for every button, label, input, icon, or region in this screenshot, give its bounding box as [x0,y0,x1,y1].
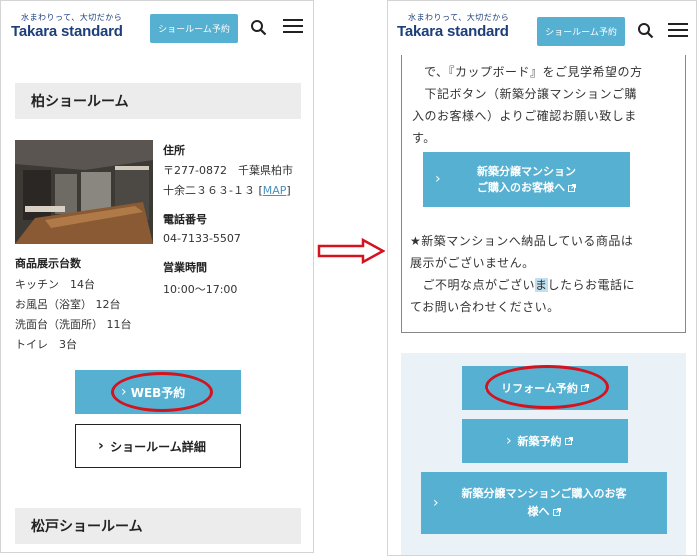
notice-line: てお問い合わせください。 [410,300,560,314]
newbuild-reserve-button[interactable]: › 新築予約 [462,419,628,463]
product-item: 洗面台（洗面所） 11台 [15,318,132,331]
site-header: 水まわりって、大切だから Takara standard ショールーム予約 [1,1,313,55]
brand-tagline: 水まわりって、大切だから [21,13,123,22]
showroom-reserve-button[interactable]: ショールーム予約 [537,17,625,46]
transition-arrow-icon [317,238,385,264]
external-link-icon [552,508,561,516]
map-link[interactable]: MAP [263,184,287,197]
info-text-line: す。 [412,131,436,145]
site-header: 水まわりって、大切だから Takara standard ショールーム予約 [388,1,696,55]
products-label: 商品展示台数 [15,257,81,270]
external-link-icon [568,183,576,192]
search-icon[interactable] [250,19,267,36]
highlight-circle [485,365,609,409]
hamburger-menu-icon[interactable] [668,23,688,39]
notice-line: ご不明な点がございましたらお電話に [410,276,635,293]
external-link-icon [564,437,573,445]
selected-text: ま [535,278,548,292]
chevron-right-icon: › [98,438,104,454]
condo-buyer-button[interactable]: › 新築分譲マンション ご購入のお客様へ [423,152,630,207]
product-item: トイレ 3台 [15,338,77,351]
address-line-2: 十余二３６３-１３ [MAP] [163,182,291,198]
condo-reserve-button[interactable]: › 新築分譲マンションご購入のお客 様へ [421,472,667,534]
notice-text: ご不明な点がござい [410,278,536,292]
notice-line: 展示がございません。 [410,256,535,270]
showroom-detail-button[interactable]: › ショールーム詳細 [75,424,241,468]
chevron-right-icon: › [433,495,439,511]
business-hours: 10:00～17:00 [163,283,238,296]
next-showroom-section-title: 松戸ショールーム [15,508,301,544]
product-item: キッチン 14台 [15,278,95,291]
condo-reserve-line: 新築分譲マンションご購入のお客 [461,487,627,500]
phone-number[interactable]: 04-7133-5507 [163,232,241,245]
right-screenshot: 水まわりって、大切だから Takara standard ショールーム予約 で、… [387,0,697,556]
hamburger-menu-icon[interactable] [283,19,303,35]
notice-text: したらお電話に [547,278,636,292]
address-line-1: 〒277-0872 千葉県柏市 [163,164,293,177]
condo-button-line: 新築分譲マンション [477,164,576,178]
chevron-right-icon: › [435,171,441,187]
notice-line: ★新築マンションへ納品している商品は [410,234,634,248]
info-text-line: 下記ボタン（新築分譲マンションご購 [412,87,638,101]
info-text-line: で、『カップボード』をご見学希望の方 [424,65,643,79]
brand-tagline: 水まわりって、大切だから [408,13,510,22]
product-item: お風呂（浴室） 12台 [15,298,121,311]
address-text: 十余二３６３-１３ [ [163,184,263,197]
showroom-reserve-button[interactable]: ショールーム予約 [150,14,238,43]
showroom-section-title: 柏ショールーム [15,83,301,119]
search-icon[interactable] [637,22,654,39]
chevron-right-icon: › [506,433,512,449]
info-text-line: 入のお客様へ）よりご確認お願い致しま [412,109,637,123]
address-label: 住所 [163,144,185,157]
brand-logo[interactable]: Takara standard [11,23,123,40]
newbuild-reserve-label: 新築予約 [517,435,562,448]
address-bracket: ] [286,184,291,197]
condo-reserve-line: 様へ [527,505,550,518]
hours-label: 営業時間 [163,261,207,274]
brand-logo[interactable]: Takara standard [397,23,509,40]
highlight-circle [111,372,213,412]
showroom-detail-label: ショールーム詳細 [110,439,206,454]
condo-button-line: ご購入のお客様へ [477,180,565,194]
showroom-photo [15,140,153,244]
phone-label: 電話番号 [163,213,207,226]
left-screenshot: 水まわりって、大切だから Takara standard ショールーム予約 柏シ… [0,0,314,553]
